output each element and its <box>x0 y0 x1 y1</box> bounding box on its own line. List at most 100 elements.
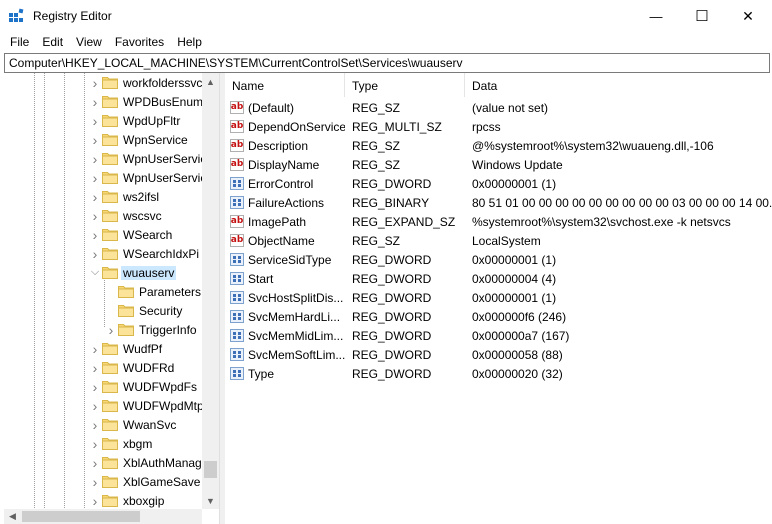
tree-item-label: WwanSvc <box>123 417 177 432</box>
chevron-right-icon[interactable]: › <box>88 92 102 111</box>
menu-edit[interactable]: Edit <box>36 32 69 52</box>
chevron-right-icon[interactable]: › <box>88 149 102 168</box>
table-row[interactable]: SvcMemSoftLim... REG_DWORD 0x00000058 (88) <box>225 345 772 364</box>
table-row[interactable]: SvcMemMidLim... REG_DWORD 0x000000a7 (167) <box>225 326 772 345</box>
tree-item[interactable]: › WpnService <box>88 130 188 149</box>
folder-icon <box>102 134 118 146</box>
chevron-right-icon[interactable]: › <box>88 377 102 396</box>
chevron-right-icon[interactable]: › <box>88 491 102 510</box>
table-row[interactable]: SvcMemHardLi... REG_DWORD 0x000000f6 (246) <box>225 307 772 326</box>
scrollbar-thumb[interactable] <box>22 511 140 522</box>
tree-item[interactable]: › WUDFWpdMtp <box>88 396 204 415</box>
title-bar[interactable]: Registry Editor — ☐ ✕ <box>0 0 772 32</box>
table-row[interactable]: SvcHostSplitDis... REG_DWORD 0x00000001 (1… <box>225 288 772 307</box>
table-row[interactable]: ab Description REG_SZ @%systemroot%\system3… <box>225 136 772 155</box>
address-bar[interactable]: Computer\HKEY_LOCAL_MACHINE\SYSTEM\Curre… <box>4 53 770 73</box>
menu-file[interactable]: File <box>4 32 35 52</box>
tree-item[interactable]: ⌵ wuauserv <box>88 263 177 282</box>
folder-icon <box>102 210 118 222</box>
tree-item[interactable]: › XblAuthManager <box>88 453 213 472</box>
tree-item[interactable]: Security <box>104 301 182 320</box>
table-row[interactable]: ab ImagePath REG_EXPAND_SZ %systemroot%\sys… <box>225 212 772 231</box>
maximize-button[interactable]: ☐ <box>679 0 725 32</box>
value-type: REG_BINARY <box>352 195 430 210</box>
chevron-right-icon[interactable]: › <box>88 187 102 206</box>
values-list[interactable]: Name Type Data ab (Default) REG_SZ (value n… <box>225 73 772 524</box>
scroll-left-arrow-icon[interactable]: ◀ <box>4 509 21 524</box>
table-row[interactable]: ab DisplayName REG_SZ Windows Update <box>225 155 772 174</box>
table-row[interactable]: ServiceSidType REG_DWORD 0x00000001 (1) <box>225 250 772 269</box>
value-name-cell: ab DisplayName <box>225 158 345 172</box>
menu-view[interactable]: View <box>70 32 108 52</box>
tree-item-label: WPDBusEnum <box>123 94 204 109</box>
key-tree[interactable]: › workfolderssvc › WPDBusEnum › WpdUpFltr › Wpn… <box>4 73 219 524</box>
tree-item[interactable]: › WudfPf <box>88 339 162 358</box>
value-data: @%systemroot%\system32\wuaueng.dll,-106 <box>472 138 714 153</box>
folder-icon <box>102 172 118 184</box>
tree-item[interactable]: › wscsvc <box>88 206 162 225</box>
address-path: Computer\HKEY_LOCAL_MACHINE\SYSTEM\Curre… <box>9 56 463 70</box>
tree-item[interactable]: › WUDFRd <box>88 358 175 377</box>
chevron-right-icon[interactable]: › <box>88 130 102 149</box>
tree-item[interactable]: › WPDBusEnum <box>88 92 203 111</box>
scroll-up-arrow-icon[interactable]: ▲ <box>202 73 219 90</box>
tree-item[interactable]: Parameters <box>104 282 201 301</box>
tree-item[interactable]: › xboxgip <box>88 491 165 510</box>
column-header-name[interactable]: Name <box>225 73 345 97</box>
folder-icon <box>102 362 118 374</box>
column-header-data[interactable]: Data <box>465 73 772 97</box>
menu-help[interactable]: Help <box>171 32 208 52</box>
tree-horizontal-scrollbar[interactable]: ◀ <box>4 509 202 524</box>
tree-item-label: WudfPf <box>123 341 163 356</box>
column-header-type[interactable]: Type <box>345 73 465 97</box>
table-row[interactable]: Type REG_DWORD 0x00000020 (32) <box>225 364 772 383</box>
tree-item[interactable]: › TriggerInfo <box>104 320 197 339</box>
tree-item[interactable]: › WSearch <box>88 225 173 244</box>
tree-item[interactable]: › WpnUserService <box>88 149 213 168</box>
value-type: REG_DWORD <box>352 271 432 286</box>
table-row[interactable]: ab ObjectName REG_SZ LocalSystem <box>225 231 772 250</box>
tree-item[interactable]: › WUDFWpdFs <box>88 377 197 396</box>
folder-icon <box>102 77 118 89</box>
chevron-right-icon[interactable]: › <box>104 320 118 339</box>
tree-item[interactable]: › ws2ifsl <box>88 187 159 206</box>
table-row[interactable]: ab DependOnService REG_MULTI_SZ rpcss <box>225 117 772 136</box>
chevron-right-icon[interactable]: › <box>88 111 102 130</box>
chevron-right-icon[interactable]: › <box>88 206 102 225</box>
tree-item-label: TriggerInfo <box>139 322 197 337</box>
tree-item-label: wuauserv <box>121 265 177 280</box>
tree-item[interactable]: › WSearchIdxPi <box>88 244 199 263</box>
value-name-cell: Start <box>225 272 345 286</box>
tree-vertical-scrollbar[interactable]: ▲ ▼ <box>202 73 219 509</box>
folder-icon <box>102 400 118 412</box>
scrollbar-thumb[interactable] <box>204 461 217 478</box>
chevron-right-icon[interactable]: › <box>88 434 102 453</box>
value-name: DependOnService <box>248 119 345 134</box>
close-button[interactable]: ✕ <box>725 0 771 32</box>
tree-item[interactable]: › workfolderssvc <box>88 73 203 92</box>
tree-item[interactable]: › WwanSvc <box>88 415 177 434</box>
table-row[interactable]: ErrorControl REG_DWORD 0x00000001 (1) <box>225 174 772 193</box>
tree-item[interactable]: › xbgm <box>88 434 153 453</box>
minimize-button[interactable]: — <box>633 0 679 32</box>
chevron-right-icon[interactable]: › <box>88 415 102 434</box>
chevron-right-icon[interactable]: › <box>88 396 102 415</box>
chevron-right-icon[interactable]: › <box>88 168 102 187</box>
folder-icon <box>102 153 118 165</box>
chevron-right-icon[interactable]: › <box>88 225 102 244</box>
chevron-right-icon[interactable]: › <box>88 358 102 377</box>
scroll-down-arrow-icon[interactable]: ▼ <box>202 492 219 509</box>
table-row[interactable]: ab (Default) REG_SZ (value not set) <box>225 98 772 117</box>
chevron-right-icon[interactable]: › <box>88 339 102 358</box>
table-row[interactable]: Start REG_DWORD 0x00000004 (4) <box>225 269 772 288</box>
tree-item[interactable]: › WpdUpFltr <box>88 111 181 130</box>
chevron-right-icon[interactable]: › <box>88 453 102 472</box>
chevron-down-icon[interactable]: ⌵ <box>88 263 102 282</box>
table-row[interactable]: FailureActions REG_BINARY 80 51 01 00 00 0… <box>225 193 772 212</box>
tree-item[interactable]: › WpnUserService_ <box>88 168 219 187</box>
chevron-right-icon[interactable]: › <box>88 244 102 263</box>
tree-item[interactable]: › XblGameSave <box>88 472 201 491</box>
menu-favorites[interactable]: Favorites <box>109 32 170 52</box>
chevron-right-icon[interactable]: › <box>88 472 102 491</box>
chevron-right-icon[interactable]: › <box>88 73 102 92</box>
